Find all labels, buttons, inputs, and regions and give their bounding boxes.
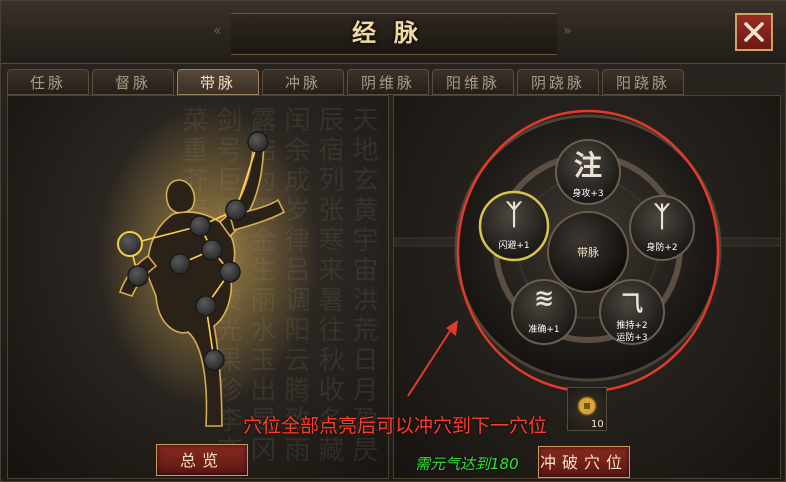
tab-dai[interactable]: 带脉 xyxy=(177,69,259,95)
node-bottom-right-glyph: ⺄ xyxy=(620,292,643,317)
tab-yangwei[interactable]: 阳维脉 xyxy=(432,69,514,95)
tab-ren[interactable]: 任脉 xyxy=(7,69,89,95)
window-title: 经脉 xyxy=(352,18,436,47)
hint-text: 穴位全部点亮后可以冲穴到下一穴位 xyxy=(243,415,548,437)
tab-yinqiao[interactable]: 阴跷脉 xyxy=(517,69,599,95)
node-left-glyph: ᛉ xyxy=(505,198,523,231)
meridian-tabs: 任脉 督脉 带脉 冲脉 阴维脉 阳维脉 阴跷脉 阳跷脉 xyxy=(7,69,786,95)
close-icon xyxy=(744,22,764,42)
node-bottom-left-stat: 准确+1 xyxy=(528,325,560,335)
acupoint-1[interactable] xyxy=(247,131,269,153)
acupoint-2[interactable] xyxy=(225,199,247,221)
overview-button[interactable]: 总览 xyxy=(156,444,248,476)
breakthrough-button[interactable]: 冲破穴位 xyxy=(538,446,630,478)
tab-du[interactable]: 督脉 xyxy=(92,69,174,95)
item-count: 10 xyxy=(591,419,604,430)
meridian-window: « 经脉 » 任脉 督脉 带脉 冲脉 阴维脉 阳维脉 阴跷脉 阳跷脉 天地玄黄宇… xyxy=(0,0,786,482)
node-right-stat: 身防+2 xyxy=(646,243,678,253)
tab-chong[interactable]: 冲脉 xyxy=(262,69,344,95)
node-bottom-right-stat2: 运防+3 xyxy=(616,333,648,343)
acupoint-6[interactable] xyxy=(127,265,149,287)
node-top-stat: 身攻+3 xyxy=(572,189,604,199)
acupoint-7[interactable] xyxy=(219,261,241,283)
tab-yangqiao[interactable]: 阳跷脉 xyxy=(602,69,684,95)
requirement-text: 需元气达到180 xyxy=(415,455,519,473)
acupoint-4[interactable] xyxy=(201,239,223,261)
acupoint-3[interactable] xyxy=(189,215,211,237)
acupoint-9[interactable] xyxy=(203,349,225,371)
title-left-arrow-icon: « xyxy=(213,23,222,39)
acupoint-selected[interactable] xyxy=(117,231,143,257)
hint-arrow-icon xyxy=(407,320,458,397)
acupoint-8[interactable] xyxy=(195,295,217,317)
title-bar: « 经脉 » xyxy=(1,1,786,64)
node-left-stat: 闪避+1 xyxy=(498,241,530,251)
center-label: 带脉 xyxy=(577,246,599,259)
tab-yinwei[interactable]: 阴维脉 xyxy=(347,69,429,95)
title-right-arrow-icon: » xyxy=(563,23,572,39)
node-bottom-left-glyph: ≋ xyxy=(533,284,555,312)
acupoint-5[interactable] xyxy=(169,253,191,275)
node-top-glyph: 注 xyxy=(573,149,602,182)
close-button[interactable] xyxy=(735,13,773,51)
node-right-glyph: ᛉ xyxy=(653,200,671,233)
